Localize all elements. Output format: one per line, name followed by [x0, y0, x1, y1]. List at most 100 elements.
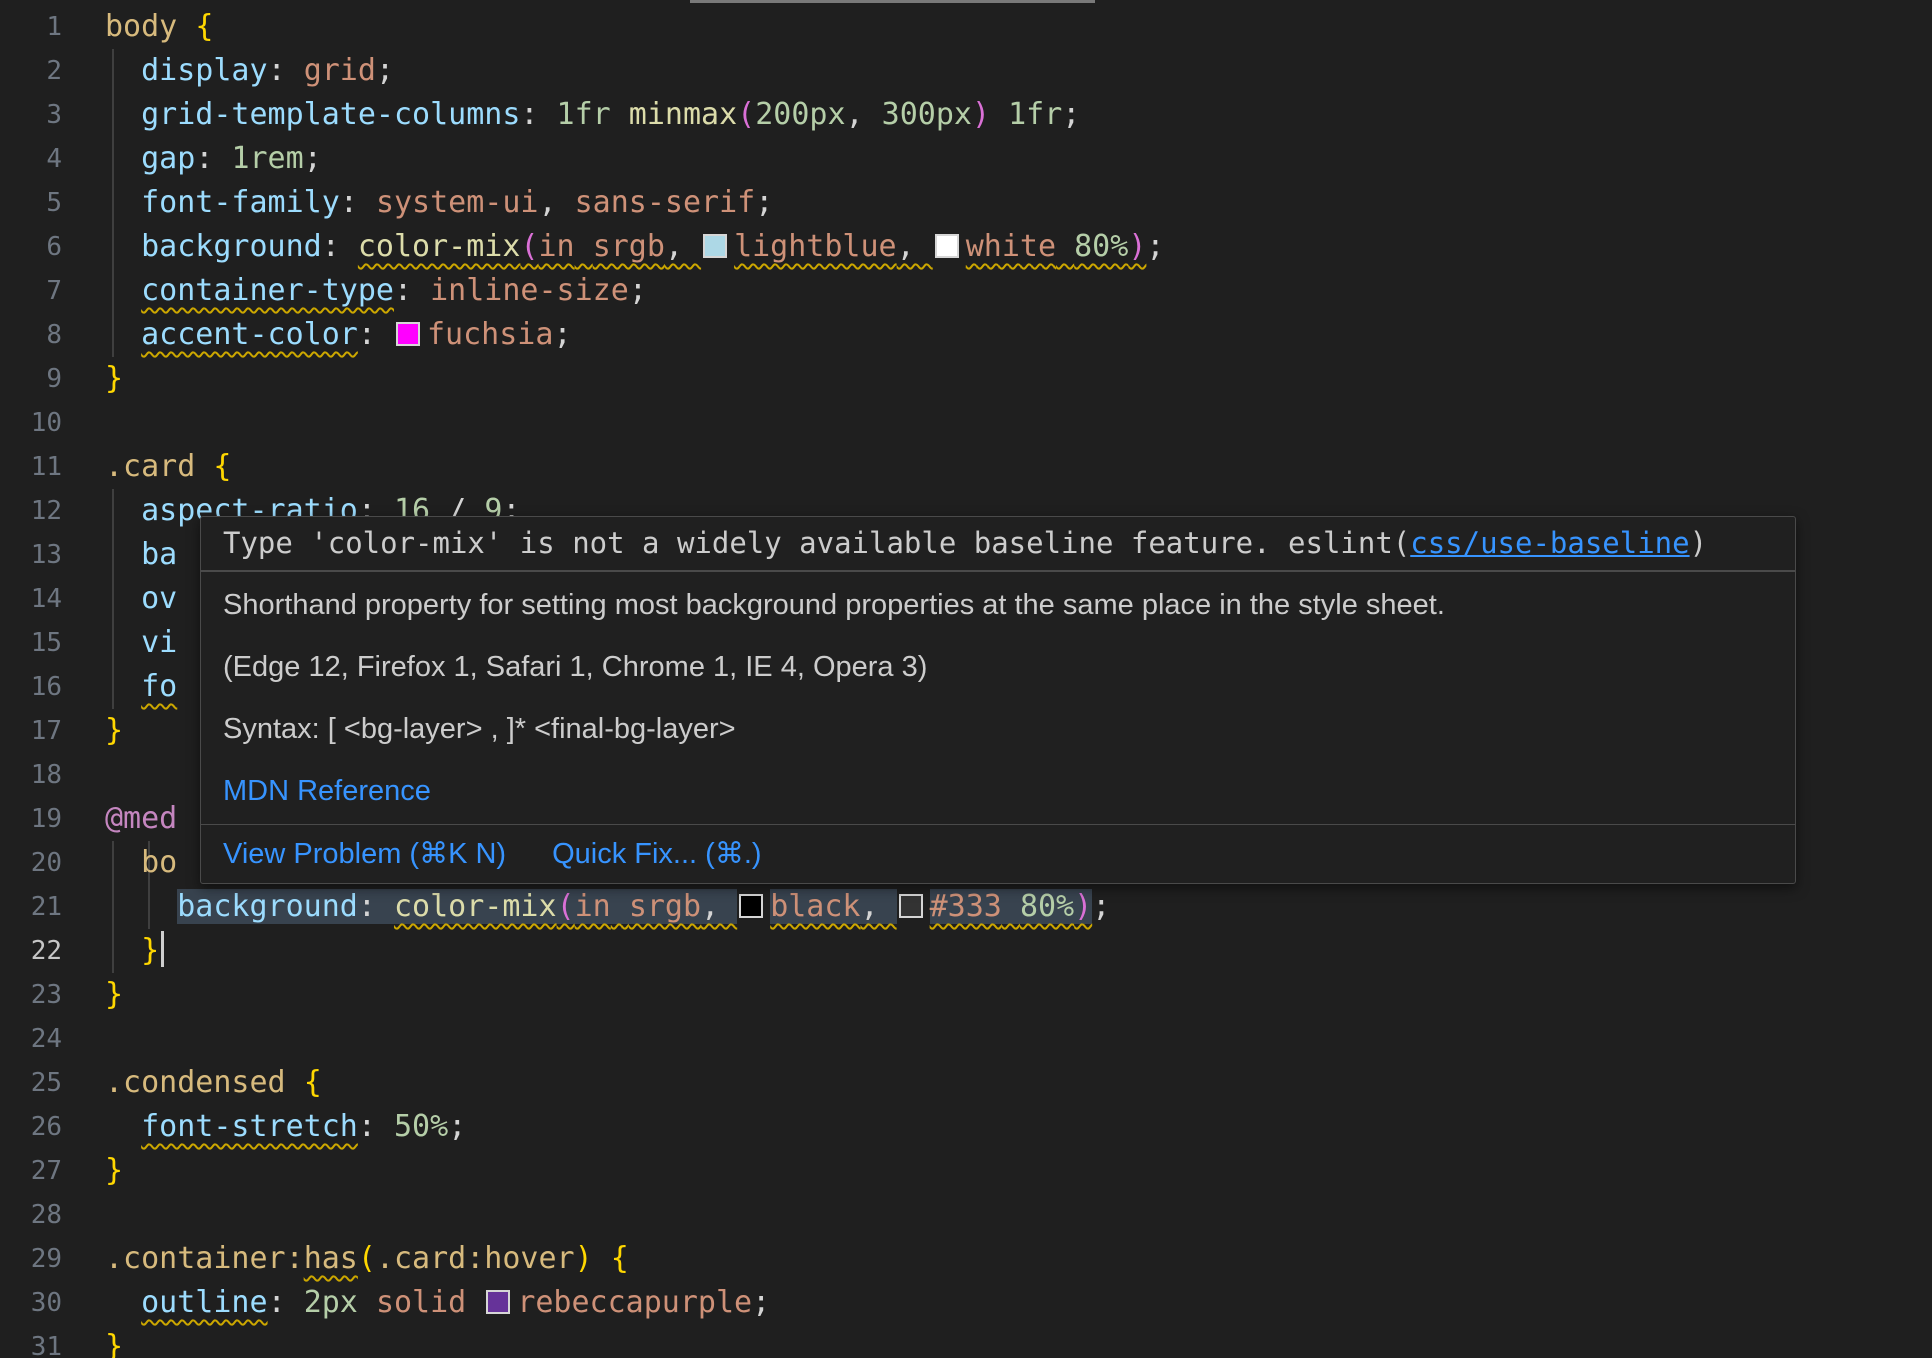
- code-text: }: [105, 709, 123, 753]
- code-line[interactable]: 9}: [0, 357, 1932, 401]
- code-line[interactable]: 25.condensed {: [0, 1061, 1932, 1105]
- color-swatch[interactable]: [703, 234, 727, 258]
- code-line[interactable]: 24: [0, 1017, 1932, 1061]
- line-number: 1: [0, 5, 62, 49]
- code-token: [990, 97, 1008, 132]
- eslint-rule-link[interactable]: css/use-baseline: [1410, 526, 1689, 560]
- code-line[interactable]: 26 font-stretch: 50%;: [0, 1105, 1932, 1149]
- code-token: }: [105, 1153, 123, 1188]
- code-token: lightblue: [734, 229, 897, 264]
- code-token: in: [575, 889, 611, 924]
- code-token: ;: [1092, 889, 1110, 924]
- code-token: :hover: [466, 1241, 574, 1276]
- code-line[interactable]: 22 }: [0, 929, 1932, 973]
- line-number: 30: [0, 1281, 62, 1325]
- code-text: body {: [105, 5, 213, 49]
- code-text: accent-color: fuchsia;: [105, 313, 572, 357]
- code-token: (: [520, 229, 538, 264]
- code-line[interactable]: 31}: [0, 1325, 1932, 1358]
- code-token: accent-color: [141, 317, 358, 352]
- code-token: :: [358, 889, 394, 924]
- code-token: :: [394, 273, 430, 308]
- code-token: color-mix: [394, 889, 557, 924]
- code-text: }: [105, 1325, 123, 1358]
- line-number: 12: [0, 489, 62, 533]
- code-text: @med: [105, 797, 177, 841]
- code-token: }: [141, 933, 159, 968]
- color-swatch[interactable]: [396, 322, 420, 346]
- code-token: [105, 141, 141, 176]
- code-text: ov: [105, 577, 177, 621]
- line-number: 29: [0, 1237, 62, 1281]
- line-number: 31: [0, 1325, 62, 1358]
- quick-fix-link[interactable]: Quick Fix... (⌘.): [552, 837, 761, 871]
- code-line[interactable]: 11.card {: [0, 445, 1932, 489]
- code-token: {: [195, 9, 213, 44]
- line-number: 20: [0, 841, 62, 885]
- code-token: [611, 97, 629, 132]
- code-line[interactable]: 29.container:has(.card:hover) {: [0, 1237, 1932, 1281]
- color-swatch[interactable]: [935, 234, 959, 258]
- line-number: 26: [0, 1105, 62, 1149]
- code-line[interactable]: 30 outline: 2px solid rebeccapurple;: [0, 1281, 1932, 1325]
- code-line[interactable]: 3 grid-template-columns: 1fr minmax(200p…: [0, 93, 1932, 137]
- code-token: ;: [553, 317, 571, 352]
- code-token: {: [304, 1065, 322, 1100]
- code-token: [105, 1109, 141, 1144]
- code-line[interactable]: 6 background: color-mix(in srgb, lightbl…: [0, 225, 1932, 269]
- code-token: font-stretch: [141, 1109, 358, 1144]
- code-token: ;: [304, 141, 322, 176]
- color-swatch[interactable]: [899, 894, 923, 918]
- code-token: .container: [105, 1241, 286, 1276]
- syntax-line: Syntax: [ <bg-layer> , ]* <final-bg-laye…: [223, 712, 1773, 746]
- code-line[interactable]: 7 container-type: inline-size;: [0, 269, 1932, 313]
- code-text: vi: [105, 621, 177, 665]
- line-number: 19: [0, 797, 62, 841]
- color-swatch[interactable]: [739, 894, 763, 918]
- code-line[interactable]: 2 display: grid;: [0, 49, 1932, 93]
- line-number: 25: [0, 1061, 62, 1105]
- code-line[interactable]: 28: [0, 1193, 1932, 1237]
- code-line[interactable]: 4 gap: 1rem;: [0, 137, 1932, 181]
- code-line[interactable]: 5 font-family: system-ui, sans-serif;: [0, 181, 1932, 225]
- code-line[interactable]: 23}: [0, 973, 1932, 1017]
- code-token: [105, 669, 141, 704]
- code-line[interactable]: 21 background: color-mix(in srgb, black,…: [0, 885, 1932, 929]
- code-token: [593, 1241, 611, 1276]
- mdn-reference-link[interactable]: MDN Reference: [223, 775, 431, 807]
- code-token: srgb: [629, 889, 701, 924]
- code-token: 300px: [882, 97, 972, 132]
- code-line[interactable]: 10: [0, 401, 1932, 445]
- code-token: ;: [752, 1285, 770, 1320]
- code-token: background: [177, 889, 358, 924]
- code-token: fuchsia: [427, 317, 553, 352]
- line-number: 16: [0, 665, 62, 709]
- code-line[interactable]: 8 accent-color: fuchsia;: [0, 313, 1932, 357]
- code-text: background: color-mix(in srgb, lightblue…: [105, 225, 1164, 269]
- color-swatch[interactable]: [486, 1290, 510, 1314]
- code-token: [105, 625, 141, 660]
- code-token: 200px: [755, 97, 845, 132]
- code-token: color-mix: [358, 229, 521, 264]
- code-token: }: [105, 1329, 123, 1358]
- code-token: [105, 493, 141, 528]
- code-editor[interactable]: 1 body {2 display: grid;3 grid-template-c…: [0, 0, 1932, 1358]
- code-token: grid-template-columns: [141, 97, 520, 132]
- view-problem-link[interactable]: View Problem (⌘K N): [223, 837, 506, 871]
- diagnostic-message: Type 'color-mix' is not a widely availab…: [201, 517, 1795, 570]
- code-token: ;: [448, 1109, 466, 1144]
- code-token: [105, 845, 141, 880]
- code-token: solid: [376, 1285, 466, 1320]
- code-line[interactable]: 27}: [0, 1149, 1932, 1193]
- code-token: container-type: [141, 273, 394, 308]
- line-number: 14: [0, 577, 62, 621]
- code-text: outline: 2px solid rebeccapurple;: [105, 1281, 770, 1325]
- code-token: ;: [629, 273, 647, 308]
- code-line[interactable]: 1 body {: [0, 5, 1932, 49]
- code-token: white: [966, 229, 1056, 264]
- code-text: }: [105, 357, 123, 401]
- code-token: display: [141, 53, 267, 88]
- code-text: font-stretch: 50%;: [105, 1105, 466, 1149]
- code-token: {: [213, 449, 231, 484]
- code-token: #333: [930, 889, 1002, 924]
